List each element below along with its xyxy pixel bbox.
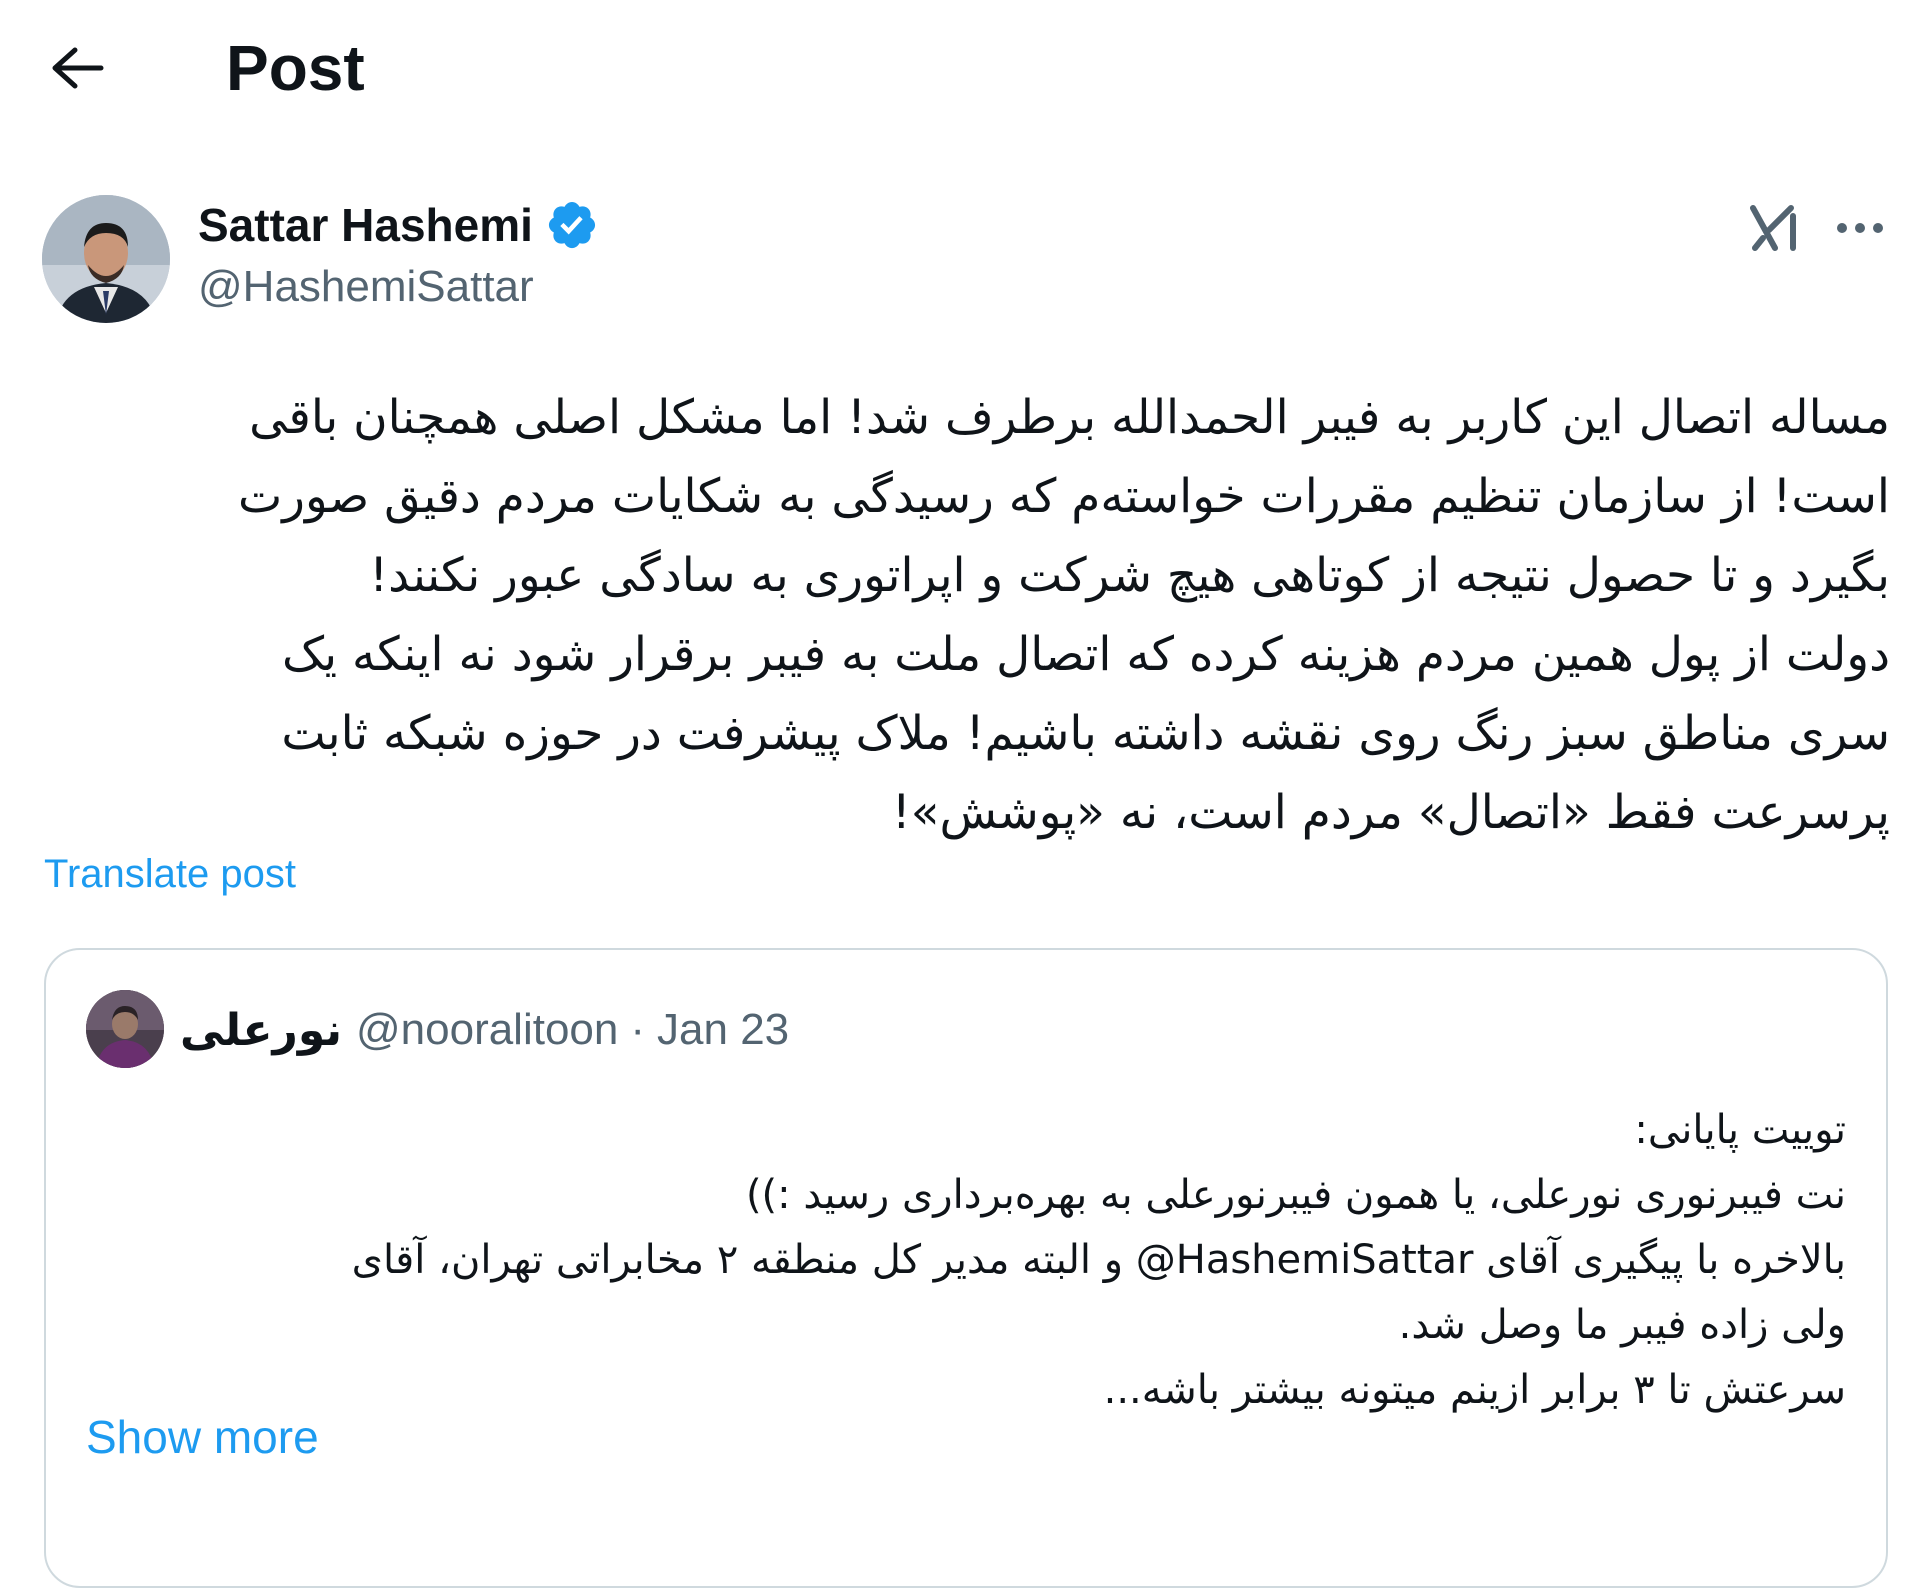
post-text-line: پرسرعت فقط «اتصال» مردم است، نه «پوشش»! bbox=[891, 785, 1890, 840]
post-text-line: دولت از پول همین مردم هزینه کرده که اتصا… bbox=[281, 627, 1890, 682]
verified-badge-icon[interactable] bbox=[545, 198, 599, 252]
author-avatar[interactable] bbox=[42, 195, 170, 323]
quoted-text-line: نت فیبرنوری نورعلی، یا همون فیبرنورعلی ب… bbox=[745, 1172, 1846, 1218]
more-horizontal-icon bbox=[1837, 223, 1883, 233]
avatar-photo bbox=[42, 195, 170, 323]
author-name-row[interactable]: Sattar Hashemi bbox=[198, 195, 599, 255]
quoted-text-line: سرعتش تا ۳ برابر ازینم میتونه بیشتر باشه… bbox=[1103, 1367, 1846, 1413]
back-button[interactable] bbox=[38, 38, 116, 98]
quoted-text-line: ولی زاده فیبر ما وصل شد. bbox=[1398, 1302, 1846, 1348]
post-text: مساله اتصال این کاربر به فیبر الحمدالله … bbox=[70, 378, 1890, 852]
grok-icon bbox=[1750, 205, 1796, 251]
top-bar: Post bbox=[0, 0, 1920, 140]
more-options-button[interactable] bbox=[1825, 198, 1895, 258]
page-title: Post bbox=[226, 32, 365, 104]
quoted-post-date[interactable]: Jan 23 bbox=[657, 1005, 789, 1055]
arrow-left-icon bbox=[52, 47, 104, 89]
quoted-author-avatar[interactable] bbox=[86, 990, 164, 1068]
show-more-link[interactable]: Show more bbox=[86, 1410, 319, 1464]
quoted-post-header: نورعلی @nooralitoon · Jan 23 bbox=[180, 994, 789, 1066]
post-text-line: سری مناطق سبز رنگ روی نقشه داشته باشیم! … bbox=[281, 706, 1890, 761]
author-name[interactable]: Sattar Hashemi bbox=[198, 198, 533, 252]
translate-post-link[interactable]: Translate post bbox=[44, 852, 296, 897]
author-handle[interactable]: @HashemiSattar bbox=[198, 262, 534, 312]
separator-dot: · bbox=[630, 1005, 646, 1054]
quoted-text-line: بالاخره با پیگیری آقای HashemiSattar@ و … bbox=[351, 1237, 1846, 1283]
quoted-author-handle[interactable]: @nooralitoon bbox=[356, 1005, 618, 1055]
quoted-author-name[interactable]: نورعلی bbox=[180, 1005, 342, 1056]
post-text-line: است! از سازمان تنظیم مقررات خواسته‌م که … bbox=[238, 469, 1890, 524]
grok-button[interactable] bbox=[1740, 198, 1810, 258]
quoted-post-card[interactable]: نورعلی @nooralitoon · Jan 23 توییت پایان… bbox=[44, 948, 1888, 1588]
post-text-line: مساله اتصال این کاربر به فیبر الحمدالله … bbox=[249, 390, 1890, 445]
quoted-avatar-photo bbox=[86, 990, 164, 1068]
quoted-post-text: توییت پایانی: نت فیبرنوری نورعلی، یا همو… bbox=[86, 1098, 1846, 1423]
post-text-line: بگیرد و تا حصول نتیجه از کوتاهی هیچ شرکت… bbox=[369, 548, 1890, 603]
quoted-text-line: توییت پایانی: bbox=[1634, 1107, 1846, 1153]
